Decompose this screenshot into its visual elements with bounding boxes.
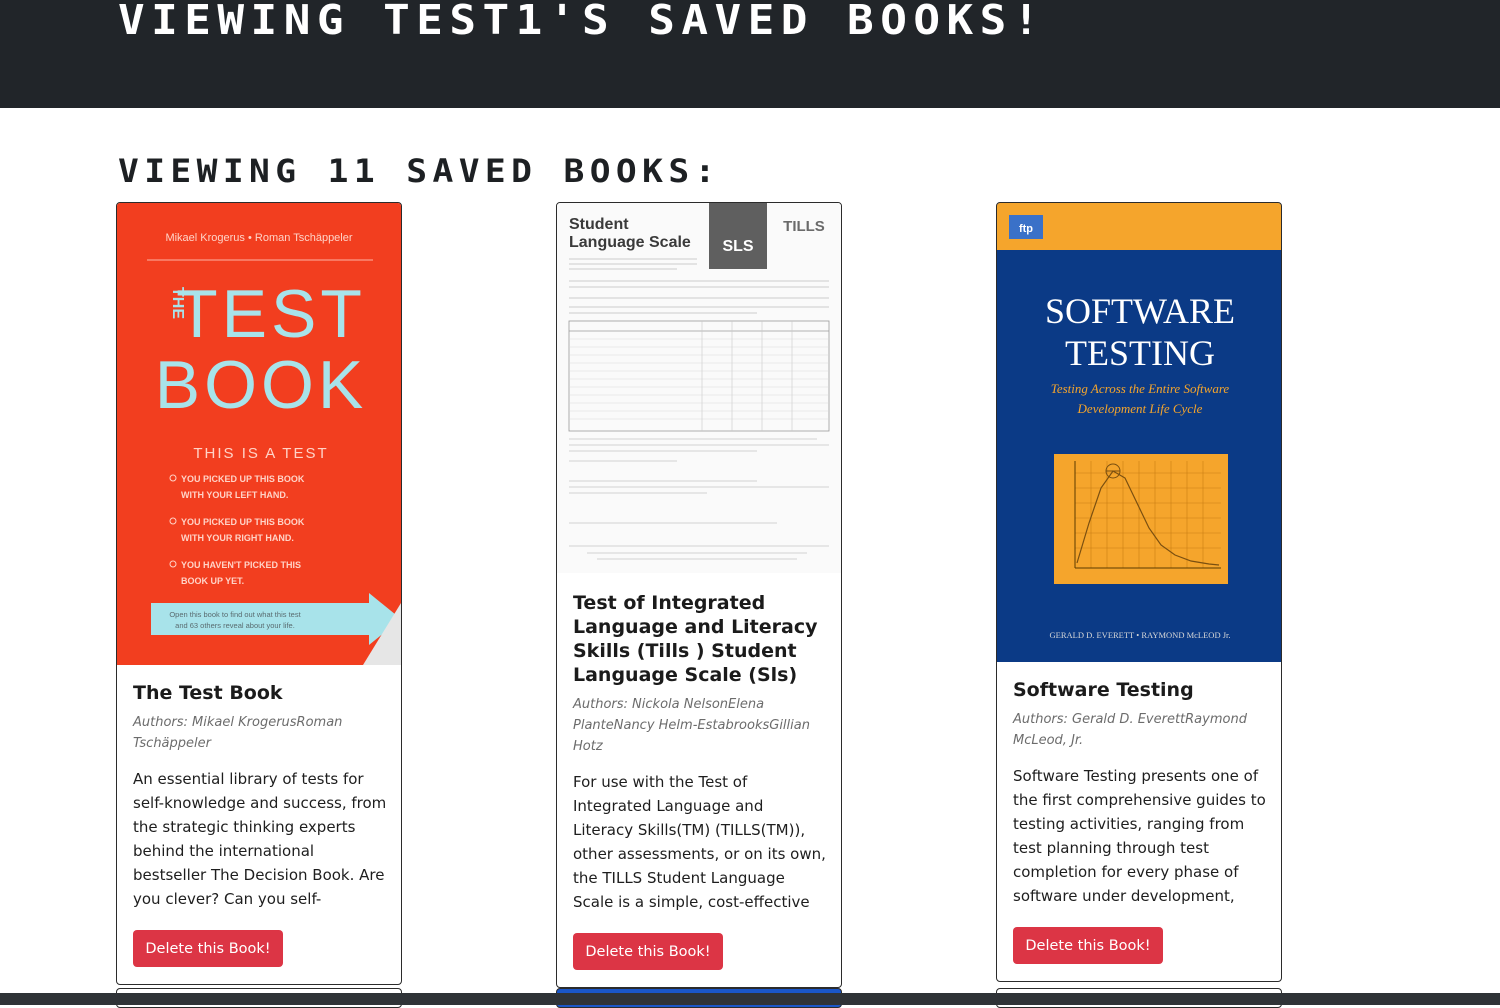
book-card: Student Language Scale SLS TILLS Test of…	[556, 202, 842, 988]
book-title: Software Testing	[1013, 679, 1194, 701]
cover-title-line-2: Language Scale	[569, 234, 691, 251]
cover-option-3a: YOU HAVEN'T PICKED THIS	[181, 560, 301, 570]
page-hero: VIEWING TEST1'S SAVED BOOKS!	[0, 0, 1500, 108]
book-card: ftp SOFTWARE TESTING Testing Across the …	[996, 202, 1282, 982]
cover-word-test: TEST	[176, 276, 366, 352]
cover-option-1b: WITH YOUR LEFT HAND.	[181, 490, 288, 500]
cover-graph	[1054, 454, 1228, 584]
book-title: Test of Integrated Language and Literacy…	[573, 592, 818, 686]
book-card: Mikael Krogerus • Roman Tschäppeler THE …	[116, 202, 402, 985]
cover-arrow-text-1: Open this book to find out what this tes…	[169, 610, 301, 619]
cover-authors: Mikael Krogerus • Roman Tschäppeler	[165, 232, 352, 244]
delete-book-button[interactable]: Delete this Book!	[573, 933, 723, 970]
delete-book-button[interactable]: Delete this Book!	[1013, 927, 1163, 964]
cover-option-2a: YOU PICKED UP THIS BOOK	[181, 517, 305, 527]
cover-option-1a: YOU PICKED UP THIS BOOK	[181, 474, 305, 484]
cover-subtitle-1: Testing Across the Entire Software	[1051, 381, 1230, 396]
cover-title-line-2: TESTING	[1065, 333, 1215, 373]
book-authors: Authors: Mikael KrogerusRoman Tschäppele…	[133, 715, 343, 751]
book-authors: Authors: Nickola NelsonElena PlanteNancy…	[573, 697, 810, 754]
cover-tills-logo: TILLS	[783, 218, 825, 235]
cover-option-3b: BOOK UP YET.	[181, 576, 244, 586]
book-cover-image: Student Language Scale SLS TILLS	[557, 203, 841, 573]
cover-word-book: BOOK	[155, 347, 368, 423]
book-title: The Test Book	[133, 682, 283, 704]
cover-title-line-1: Student	[569, 216, 629, 233]
saved-count-heading: VIEWING 11 SAVED BOOKS:	[118, 152, 721, 190]
cover-sls-badge: SLS	[722, 238, 753, 255]
cover-authors: GERALD D. EVERETT • RAYMOND McLEOD Jr.	[1050, 630, 1231, 640]
book-cover-image: Mikael Krogerus • Roman Tschäppeler THE …	[117, 203, 401, 665]
book-authors: Authors: Gerald D. EverettRaymond McLeod…	[1013, 712, 1247, 748]
cover-publisher-badge: ftp	[1019, 223, 1033, 235]
book-description: Software Testing presents one of the fir…	[1013, 767, 1266, 905]
book-description: For use with the Test of Integrated Lang…	[573, 773, 826, 911]
cover-title-line-1: SOFTWARE	[1045, 291, 1235, 331]
cover-subtitle-2: Development Life Cycle	[1077, 401, 1203, 416]
cover-option-2b: WITH YOUR RIGHT HAND.	[181, 533, 294, 543]
book-cover-image: ftp SOFTWARE TESTING Testing Across the …	[997, 203, 1281, 662]
book-description: An essential library of tests for self-k…	[133, 770, 387, 908]
bottom-bar	[0, 993, 1500, 1005]
delete-book-button[interactable]: Delete this Book!	[133, 930, 283, 967]
cover-subtitle: THIS IS A TEST	[193, 445, 328, 462]
page-title: VIEWING TEST1'S SAVED BOOKS!	[118, 0, 1046, 44]
cover-arrow-text-2: and 63 others reveal about your life.	[175, 621, 295, 630]
